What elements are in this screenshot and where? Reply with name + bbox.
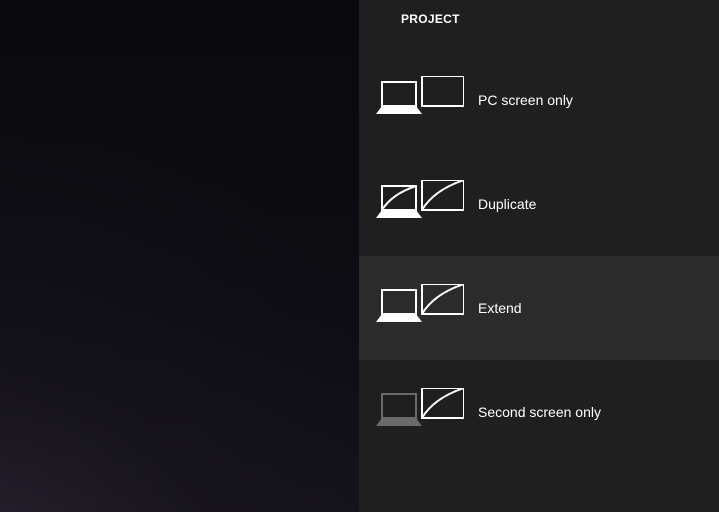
desktop-background xyxy=(0,0,359,512)
second-screen-only-icon xyxy=(376,388,464,436)
option-second-screen-only[interactable]: Second screen only xyxy=(359,360,719,464)
option-label: Extend xyxy=(478,300,522,316)
duplicate-icon xyxy=(376,180,464,228)
option-label: PC screen only xyxy=(478,92,573,108)
option-label: Second screen only xyxy=(478,404,601,420)
project-options-list: PC screen only xyxy=(359,48,719,464)
pc-screen-only-icon xyxy=(376,76,464,124)
option-extend[interactable]: Extend xyxy=(359,256,719,360)
project-panel: PROJECT xyxy=(359,0,719,512)
panel-title: PROJECT xyxy=(401,12,460,26)
option-pc-screen-only[interactable]: PC screen only xyxy=(359,48,719,152)
option-label: Duplicate xyxy=(478,196,536,212)
option-duplicate[interactable]: Duplicate xyxy=(359,152,719,256)
extend-icon xyxy=(376,284,464,332)
